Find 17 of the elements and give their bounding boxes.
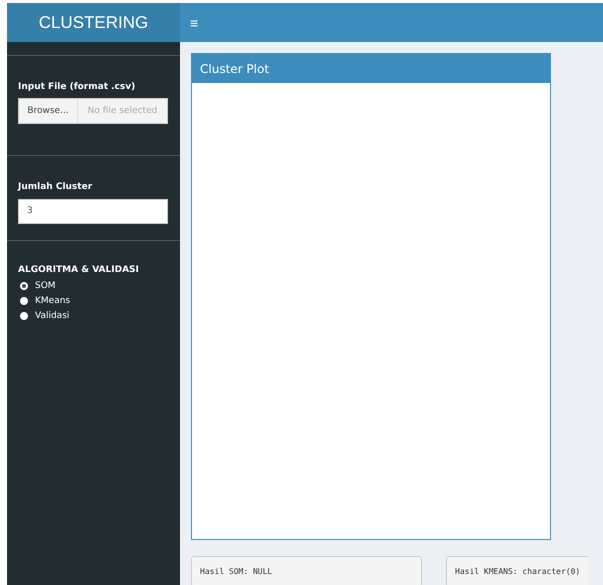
radio-option[interactable]: KMeans [20, 296, 70, 306]
input-field[interactable]: 3 [18, 198, 168, 224]
output-text: Hasil SOM: NULL [191, 556, 422, 585]
radio-option[interactable]: Validasi [20, 311, 70, 321]
radio-icon[interactable] [20, 282, 28, 290]
file-input[interactable]: Browse... No file selected [18, 98, 168, 124]
file-placeholder: No file selected [78, 99, 167, 123]
output-text: Hasil KMEANS: character(0) [446, 556, 588, 585]
app-title: CLUSTERING [7, 3, 180, 42]
radio-icon[interactable] [20, 297, 28, 305]
radio-option[interactable]: SOM [20, 281, 56, 291]
card-title: Cluster Plot [192, 54, 550, 83]
section-label: ALGORITMA & VALIDASI [18, 265, 139, 275]
field-label: Jumlah Cluster [18, 182, 92, 192]
field-label: Input File (format .csv) [18, 82, 136, 92]
radio-icon[interactable] [20, 312, 28, 320]
browse-button[interactable]: Browse... [19, 99, 78, 123]
